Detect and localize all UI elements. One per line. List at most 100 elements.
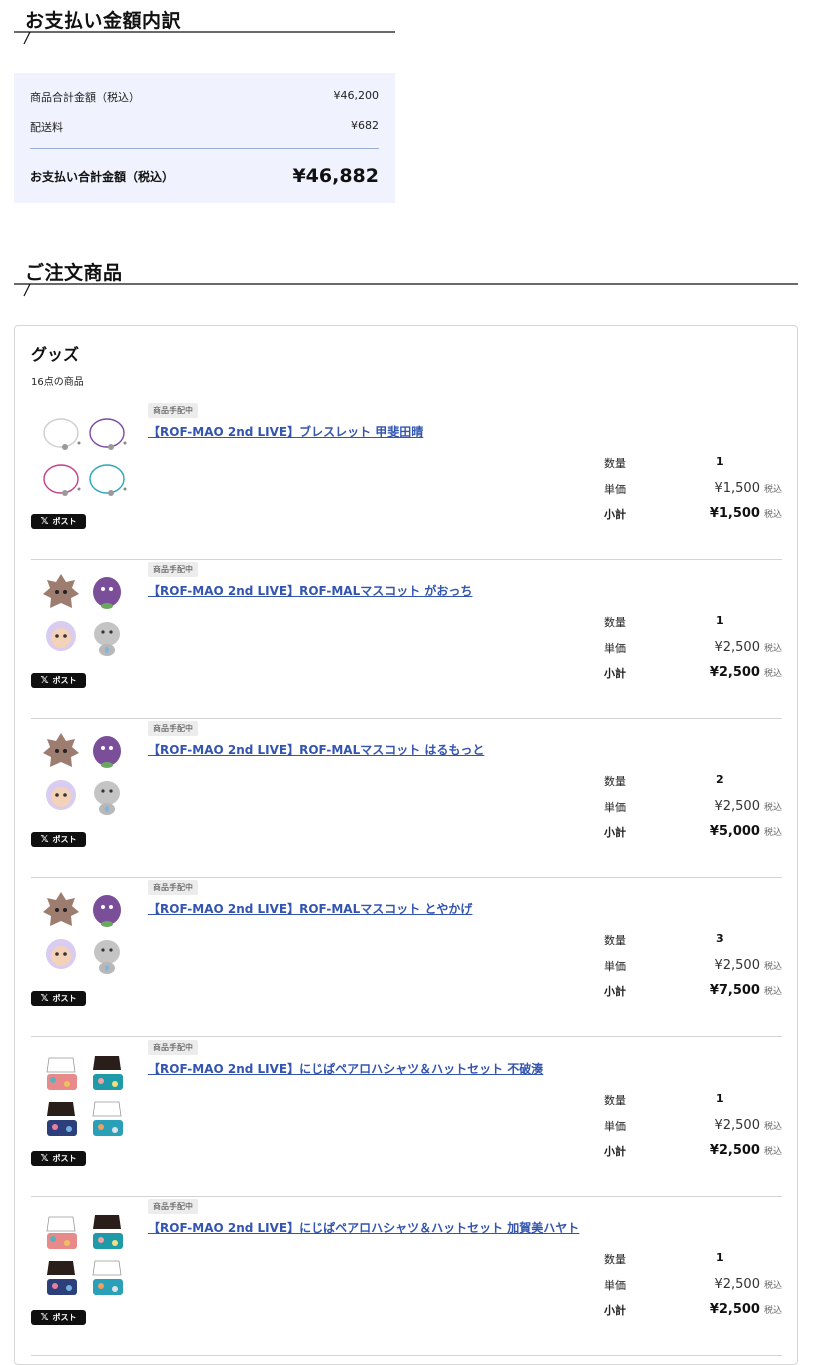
x-post-button[interactable]: 𝕏 ポスト [31, 1151, 86, 1166]
quantity-label: 数量 [604, 934, 626, 947]
x-logo-icon: 𝕏 [40, 993, 49, 1004]
unit-price-label: 単価 [604, 642, 626, 655]
status-badge: 商品手配中 [148, 562, 198, 577]
product-title-link[interactable]: 【ROF-MAO 2nd LIVE】ブレスレット 甲斐田晴 [148, 423, 423, 440]
item-subtotal-value: ¥2,500 [709, 1143, 760, 1158]
tax-included-label: 税込 [763, 828, 782, 838]
x-logo-icon: 𝕏 [40, 1312, 49, 1323]
x-post-button[interactable]: 𝕏 ポスト [31, 1310, 86, 1325]
item-divider [31, 1036, 782, 1037]
product-title-link[interactable]: 【ROF-MAO 2nd LIVE】ROF-MALマスコット はるもっと [148, 741, 484, 758]
quantity-label: 数量 [604, 616, 626, 629]
item-subtotal-value: ¥2,500 [709, 665, 760, 680]
product-title-link[interactable]: 【ROF-MAO 2nd LIVE】ROF-MALマスコット がおっち [148, 582, 472, 599]
x-post-button[interactable]: 𝕏 ポスト [31, 673, 86, 688]
x-post-button[interactable]: 𝕏 ポスト [31, 991, 86, 1006]
order-item: 𝕏 ポスト 商品手配中【ROF-MAO 2nd LIVE】ROF-MALマスコット … [31, 560, 782, 719]
item-subtotal-value: ¥5,000 [709, 824, 760, 839]
order-items-card: グッズ 16点の商品 𝕏 ポスト 商品手配中 【ROF-MAO 2nd LIVE】ブレ… [14, 325, 798, 1365]
quantity-label: 数量 [604, 1094, 626, 1107]
item-divider [31, 1355, 782, 1356]
product-thumbnail[interactable] [39, 1048, 131, 1140]
unit-price-value: ¥2,500 [714, 1277, 760, 1292]
product-thumbnail[interactable] [39, 570, 131, 662]
tax-included-label: 税込 [763, 644, 782, 654]
item-count: 16点の商品 [31, 377, 84, 388]
unit-price-label: 単価 [604, 483, 626, 496]
shipping-value: ¥682 [351, 119, 379, 132]
status-badge: 商品手配中 [148, 403, 198, 418]
ordered-items-title: ご注文商品 [25, 262, 123, 284]
product-thumbnail[interactable] [39, 1207, 131, 1299]
quantity-label: 数量 [604, 775, 626, 788]
post-button-label: ポスト [52, 835, 77, 844]
quantity-label: 数量 [604, 1253, 626, 1266]
unit-price-value: ¥2,500 [714, 640, 760, 655]
shipping-label: 配送料 [30, 121, 63, 134]
order-item: 𝕏 ポスト 商品手配中【ROF-MAO 2nd LIVE】ROF-MALマスコット … [31, 878, 782, 1037]
category-title: グッズ [31, 345, 80, 364]
unit-price-label: 単価 [604, 801, 626, 814]
order-item: 𝕏 ポスト 商品手配中【ROF-MAO 2nd LIVE】にじぱペアロハシャツ＆ハッ… [31, 1197, 782, 1356]
product-title-link[interactable]: 【ROF-MAO 2nd LIVE】ROF-MALマスコット とやかげ [148, 900, 472, 917]
order-item: 𝕏 ポスト 商品手配中【ROF-MAO 2nd LIVE】ブレスレット 甲斐田晴数量… [31, 401, 782, 560]
unit-price-value: ¥2,500 [714, 1118, 760, 1133]
tax-included-label: 税込 [763, 1281, 782, 1291]
tax-included-label: 税込 [763, 485, 782, 495]
product-title-link[interactable]: 【ROF-MAO 2nd LIVE】にじぱペアロハシャツ＆ハットセット 加賀美ハ… [148, 1219, 579, 1236]
item-subtotal-label: 小計 [604, 985, 626, 998]
unit-price-label: 単価 [604, 1279, 626, 1292]
tax-included-label: 税込 [763, 669, 782, 679]
tax-included-label: 税込 [763, 1122, 782, 1132]
unit-price-label: 単価 [604, 960, 626, 973]
unit-price-label: 単価 [604, 1120, 626, 1133]
post-button-label: ポスト [52, 1154, 77, 1163]
tax-included-label: 税込 [763, 803, 782, 813]
payment-breakdown-title: お支払い金額内訳 [25, 10, 182, 32]
quantity-value: 2 [716, 773, 724, 786]
tax-included-label: 税込 [763, 1306, 782, 1316]
product-thumbnail[interactable] [39, 411, 131, 503]
unit-price-value: ¥2,500 [714, 799, 760, 814]
x-post-button[interactable]: 𝕏 ポスト [31, 514, 86, 529]
heading-underline [14, 283, 798, 297]
subtotal-label: 商品合計金額（税込） [30, 91, 140, 104]
quantity-value: 1 [716, 1251, 724, 1264]
x-logo-icon: 𝕏 [40, 675, 49, 686]
order-item: 𝕏 ポスト 商品手配中【ROF-MAO 2nd LIVE】ROF-MALマスコット … [31, 719, 782, 878]
product-thumbnail[interactable] [39, 729, 131, 821]
x-logo-icon: 𝕏 [40, 1153, 49, 1164]
post-button-label: ポスト [52, 676, 77, 685]
status-badge: 商品手配中 [148, 1040, 198, 1055]
item-subtotal-label: 小計 [604, 508, 626, 521]
post-button-label: ポスト [52, 1313, 77, 1322]
quantity-value: 1 [716, 614, 724, 627]
item-subtotal-label: 小計 [604, 826, 626, 839]
status-badge: 商品手配中 [148, 1199, 198, 1214]
quantity-value: 1 [716, 1092, 724, 1105]
item-subtotal-value: ¥1,500 [709, 506, 760, 521]
quantity-value: 3 [716, 932, 724, 945]
quantity-value: 1 [716, 455, 724, 468]
item-subtotal-value: ¥7,500 [709, 983, 760, 998]
product-title-link[interactable]: 【ROF-MAO 2nd LIVE】にじぱペアロハシャツ＆ハットセット 不破湊 [148, 1060, 543, 1077]
total-label: お支払い合計金額（税込） [30, 169, 175, 184]
quantity-label: 数量 [604, 457, 626, 470]
item-subtotal-value: ¥2,500 [709, 1302, 760, 1317]
tax-included-label: 税込 [763, 962, 782, 972]
unit-price-value: ¥1,500 [714, 481, 760, 496]
order-item: 𝕏 ポスト 商品手配中【ROF-MAO 2nd LIVE】にじぱペアロハシャツ＆ハッ… [31, 1038, 782, 1197]
product-thumbnail[interactable] [39, 888, 131, 980]
x-logo-icon: 𝕏 [40, 834, 49, 845]
tax-included-label: 税込 [763, 510, 782, 520]
post-button-label: ポスト [52, 994, 77, 1003]
tax-included-label: 税込 [763, 987, 782, 997]
item-subtotal-label: 小計 [604, 667, 626, 680]
heading-underline [14, 31, 395, 45]
status-badge: 商品手配中 [148, 880, 198, 895]
unit-price-value: ¥2,500 [714, 958, 760, 973]
x-post-button[interactable]: 𝕏 ポスト [31, 832, 86, 847]
summary-divider [30, 148, 379, 149]
status-badge: 商品手配中 [148, 721, 198, 736]
x-logo-icon: 𝕏 [40, 516, 49, 527]
